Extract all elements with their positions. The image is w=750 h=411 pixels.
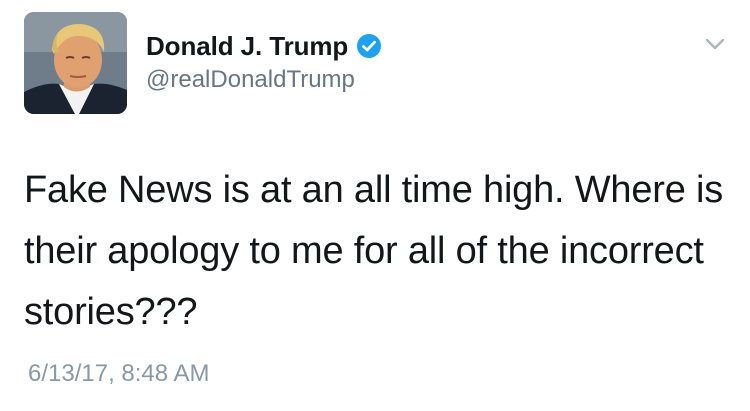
author-name-row: Donald J. Trump — [146, 30, 382, 62]
tweet-text: Fake News is at an all time high. Where … — [24, 169, 724, 333]
chevron-down-icon[interactable] — [704, 36, 726, 52]
verified-badge-icon — [356, 33, 382, 59]
avatar[interactable] — [24, 12, 127, 114]
author-handle[interactable]: @realDonaldTrump — [146, 66, 355, 94]
tweet-timestamp[interactable]: 6/13/17, 8:48 AM — [28, 360, 209, 388]
author-display-name[interactable]: Donald J. Trump — [146, 31, 348, 62]
tweet-card: Donald J. Trump @realDonaldTrump Fake Ne… — [0, 0, 750, 411]
avatar-image — [24, 12, 127, 114]
